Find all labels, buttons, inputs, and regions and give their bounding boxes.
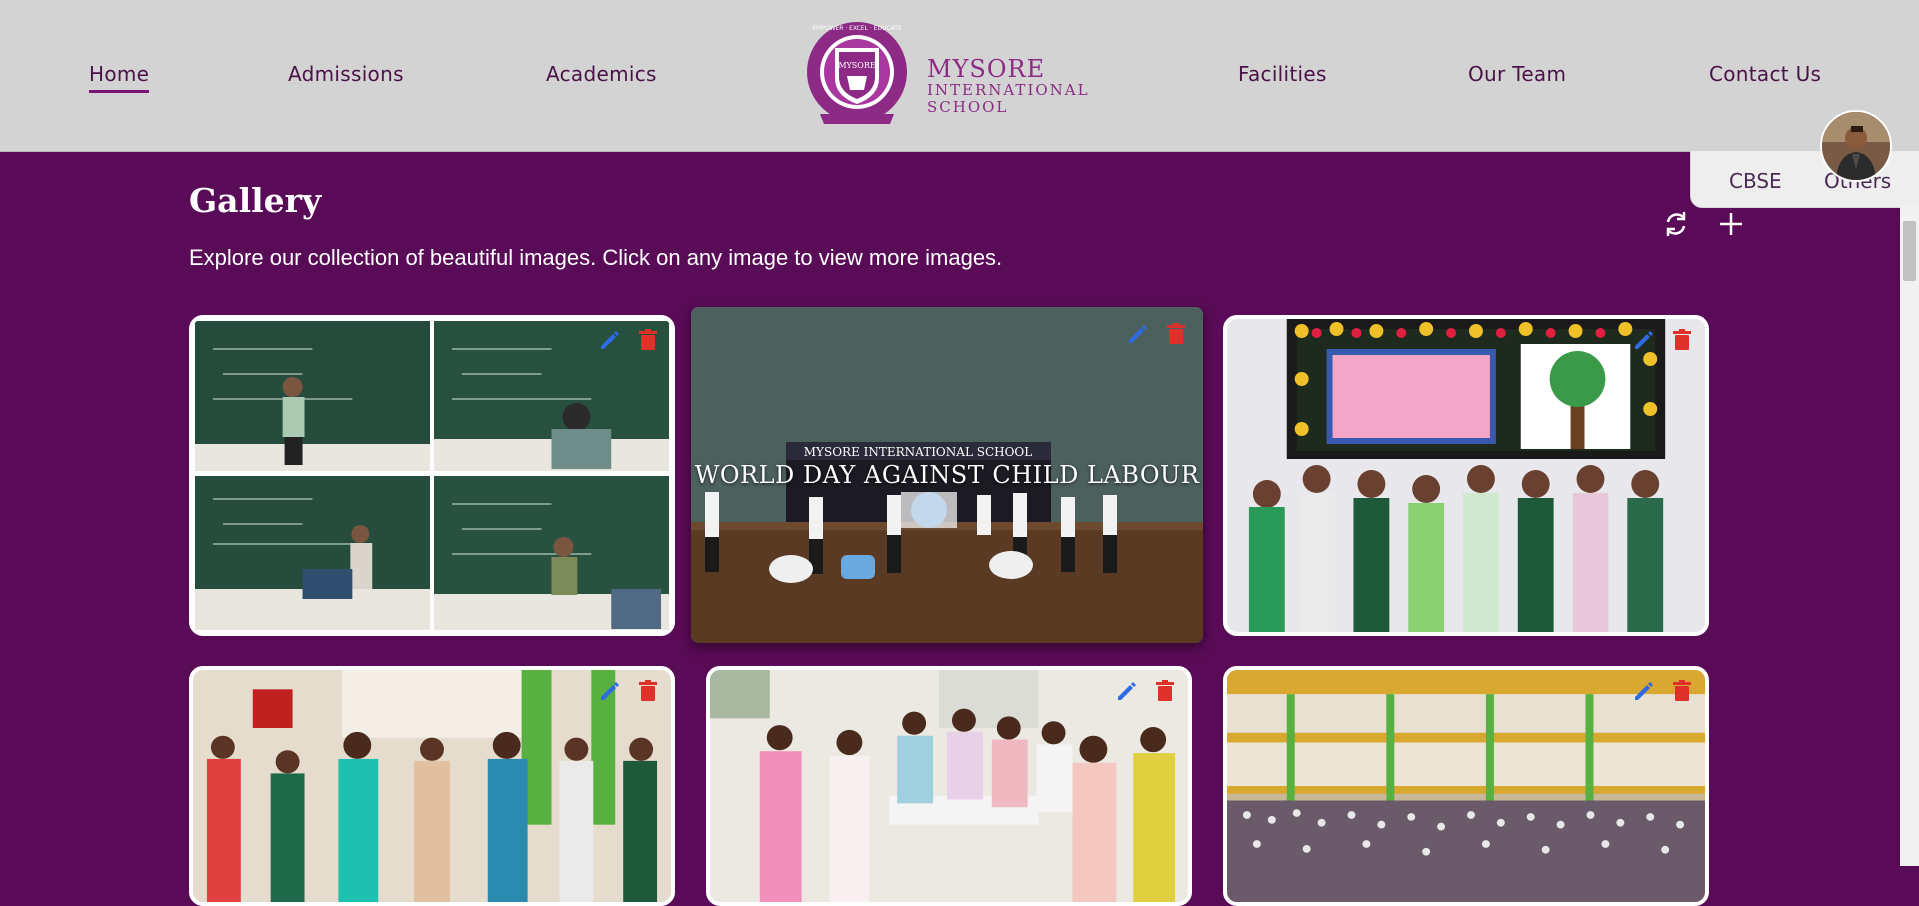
gallery-card[interactable] — [1223, 666, 1709, 906]
nav-facilities[interactable]: Facilities — [1238, 62, 1327, 86]
teachers-group-photo — [193, 670, 671, 902]
nav-admissions[interactable]: Admissions — [288, 62, 404, 86]
refresh-icon[interactable] — [1660, 208, 1692, 240]
user-avatar[interactable] — [1820, 110, 1892, 182]
school-crest-icon: MYSORE EMPOWER · EXCEL · EDUCATE — [807, 22, 907, 124]
nav-home[interactable]: Home — [89, 62, 150, 93]
plus-icon[interactable] — [1715, 208, 1747, 240]
gallery-card[interactable] — [189, 315, 675, 636]
svg-text:EMPOWER · EXCEL · EDUCATE: EMPOWER · EXCEL · EDUCATE — [812, 25, 902, 32]
edit-icon[interactable] — [1631, 327, 1657, 353]
delete-icon[interactable] — [1163, 321, 1189, 347]
gallery-card-featured[interactable]: MYSORE INTERNATIONAL SCHOOL WORLD DAY AG… — [691, 307, 1203, 643]
delete-icon[interactable] — [1152, 678, 1178, 704]
svg-text:MYSORE INTERNATIONAL SCHOOL: MYSORE INTERNATIONAL SCHOOL — [804, 445, 1033, 459]
svg-text:MYSORE: MYSORE — [838, 61, 876, 70]
site-header: Home Admissions Academics MYSORE EMPOWER… — [0, 0, 1919, 152]
gallery-card[interactable] — [1223, 315, 1709, 636]
edit-icon[interactable] — [1631, 678, 1657, 704]
edit-icon[interactable] — [597, 327, 623, 353]
gallery-card[interactable] — [189, 666, 675, 906]
nav-contact-us[interactable]: Contact Us — [1709, 62, 1821, 86]
scrollbar-thumb[interactable] — [1903, 221, 1916, 281]
page-scrollbar[interactable] — [1900, 205, 1919, 866]
kids-group-photo — [1227, 319, 1705, 632]
nav-academics[interactable]: Academics — [546, 62, 657, 86]
nav-our-team[interactable]: Our Team — [1468, 62, 1566, 86]
gallery-subtitle: Explore our collection of beautiful imag… — [189, 245, 1003, 270]
edit-icon[interactable] — [597, 678, 623, 704]
school-atrium-photo — [1227, 670, 1705, 902]
school-name-line2: INTERNATIONAL — [927, 81, 1090, 99]
classroom-photo — [193, 319, 671, 632]
delete-icon[interactable] — [635, 678, 661, 704]
delete-icon[interactable] — [1669, 327, 1695, 353]
popout-item-cbse[interactable]: CBSE — [1729, 169, 1782, 193]
card-caption: WORLD DAY AGAINST CHILD LABOUR — [694, 461, 1200, 489]
delete-icon[interactable] — [1669, 678, 1695, 704]
gallery-title: Gallery — [189, 181, 322, 220]
gallery-card[interactable] — [706, 666, 1192, 906]
school-name: MYSORE INTERNATIONAL SCHOOL — [927, 56, 1090, 116]
delete-icon[interactable] — [635, 327, 661, 353]
school-name-line1: MYSORE — [927, 55, 1046, 83]
edit-icon[interactable] — [1125, 321, 1151, 347]
teachers-seated-photo — [710, 670, 1188, 902]
school-name-line3: SCHOOL — [927, 98, 1009, 116]
school-logo[interactable]: MYSORE EMPOWER · EXCEL · EDUCATE MYSORE … — [802, 20, 1102, 132]
edit-icon[interactable] — [1114, 678, 1140, 704]
